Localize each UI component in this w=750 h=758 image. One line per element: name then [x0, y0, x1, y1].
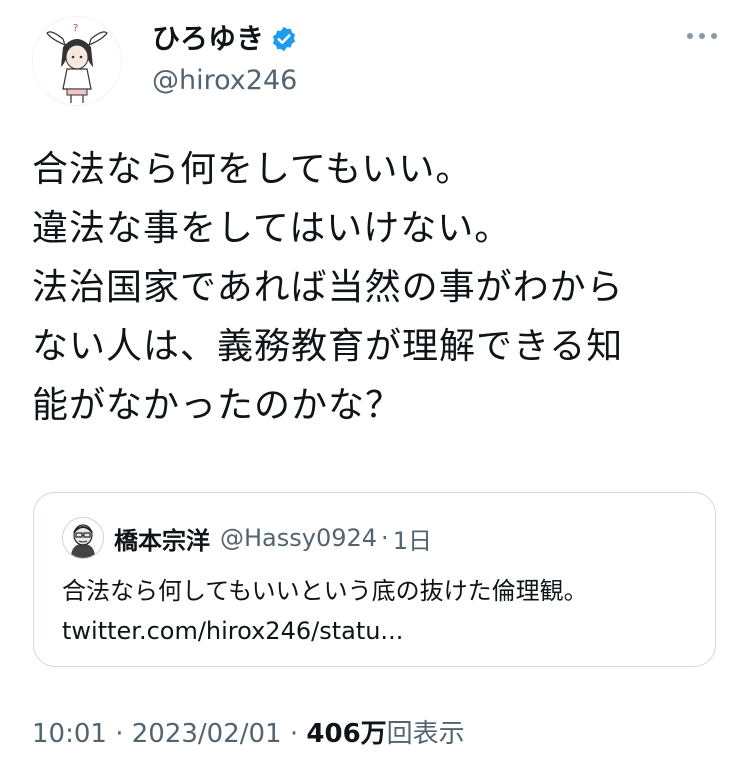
avatar-illustration-icon: ?	[33, 17, 121, 105]
views-label: 回表示	[386, 719, 465, 749]
tweet-text-line: 法治国家であれば当然の事がわから	[32, 267, 624, 308]
tweet-text-line: 違法な事をしてはいけない。	[32, 208, 512, 249]
quoted-separator: ·	[381, 524, 389, 552]
author-display-name[interactable]: ひろゆき	[152, 22, 264, 56]
author-avatar[interactable]: ?	[32, 16, 122, 106]
quoted-author-handle: @Hassy0924	[220, 524, 378, 552]
quoted-author-avatar	[62, 517, 104, 559]
tweet-time[interactable]: 10:01	[32, 719, 107, 749]
more-icon[interactable]	[682, 24, 722, 48]
quoted-author-name: 橋本宗洋	[114, 526, 210, 555]
svg-text:?: ?	[73, 23, 78, 34]
quoted-tweet-text: 合法なら何してもいいという底の抜けた倫理観。 twitter.com/hirox…	[62, 571, 588, 651]
author-handle[interactable]: @hirox246	[152, 64, 297, 98]
tweet-text: 合法なら何をしてもいい。 違法な事をしてはいけない。 法治国家であれば当然の事が…	[32, 140, 712, 435]
tweet-header: ? ひろゆき @hirox246	[32, 16, 722, 106]
meta-separator: ·	[106, 719, 132, 749]
quoted-timestamp: 1日	[392, 526, 432, 555]
quote-avatar-illustration-icon	[63, 518, 103, 558]
tweet-metadata: 10:01 · 2023/02/01 · 406万回表示	[32, 716, 465, 752]
quoted-tweet-card[interactable]: 橋本宗洋 @Hassy0924 · 1日 合法なら何してもいいという底の抜けた倫…	[33, 492, 716, 667]
tweet-text-line: 合法なら何をしてもいい。	[32, 149, 473, 190]
quoted-tweet-header: 橋本宗洋 @Hassy0924 · 1日	[62, 517, 432, 559]
tweet-text-line: 能がなかったのかな？	[32, 385, 403, 426]
meta-separator: ·	[281, 719, 307, 749]
tweet-date[interactable]: 2023/02/01	[132, 719, 282, 749]
verified-badge-icon	[272, 26, 296, 52]
quoted-link-text[interactable]: twitter.com/hirox246/statu...	[62, 611, 588, 651]
author-name-row: ひろゆき	[152, 22, 298, 56]
tweet-text-line: ない人は、義務教育が理解できる知	[32, 326, 624, 367]
views-count: 406万	[306, 719, 387, 749]
quoted-text-line: 合法なら何してもいいという底の抜けた倫理観。	[62, 577, 588, 605]
